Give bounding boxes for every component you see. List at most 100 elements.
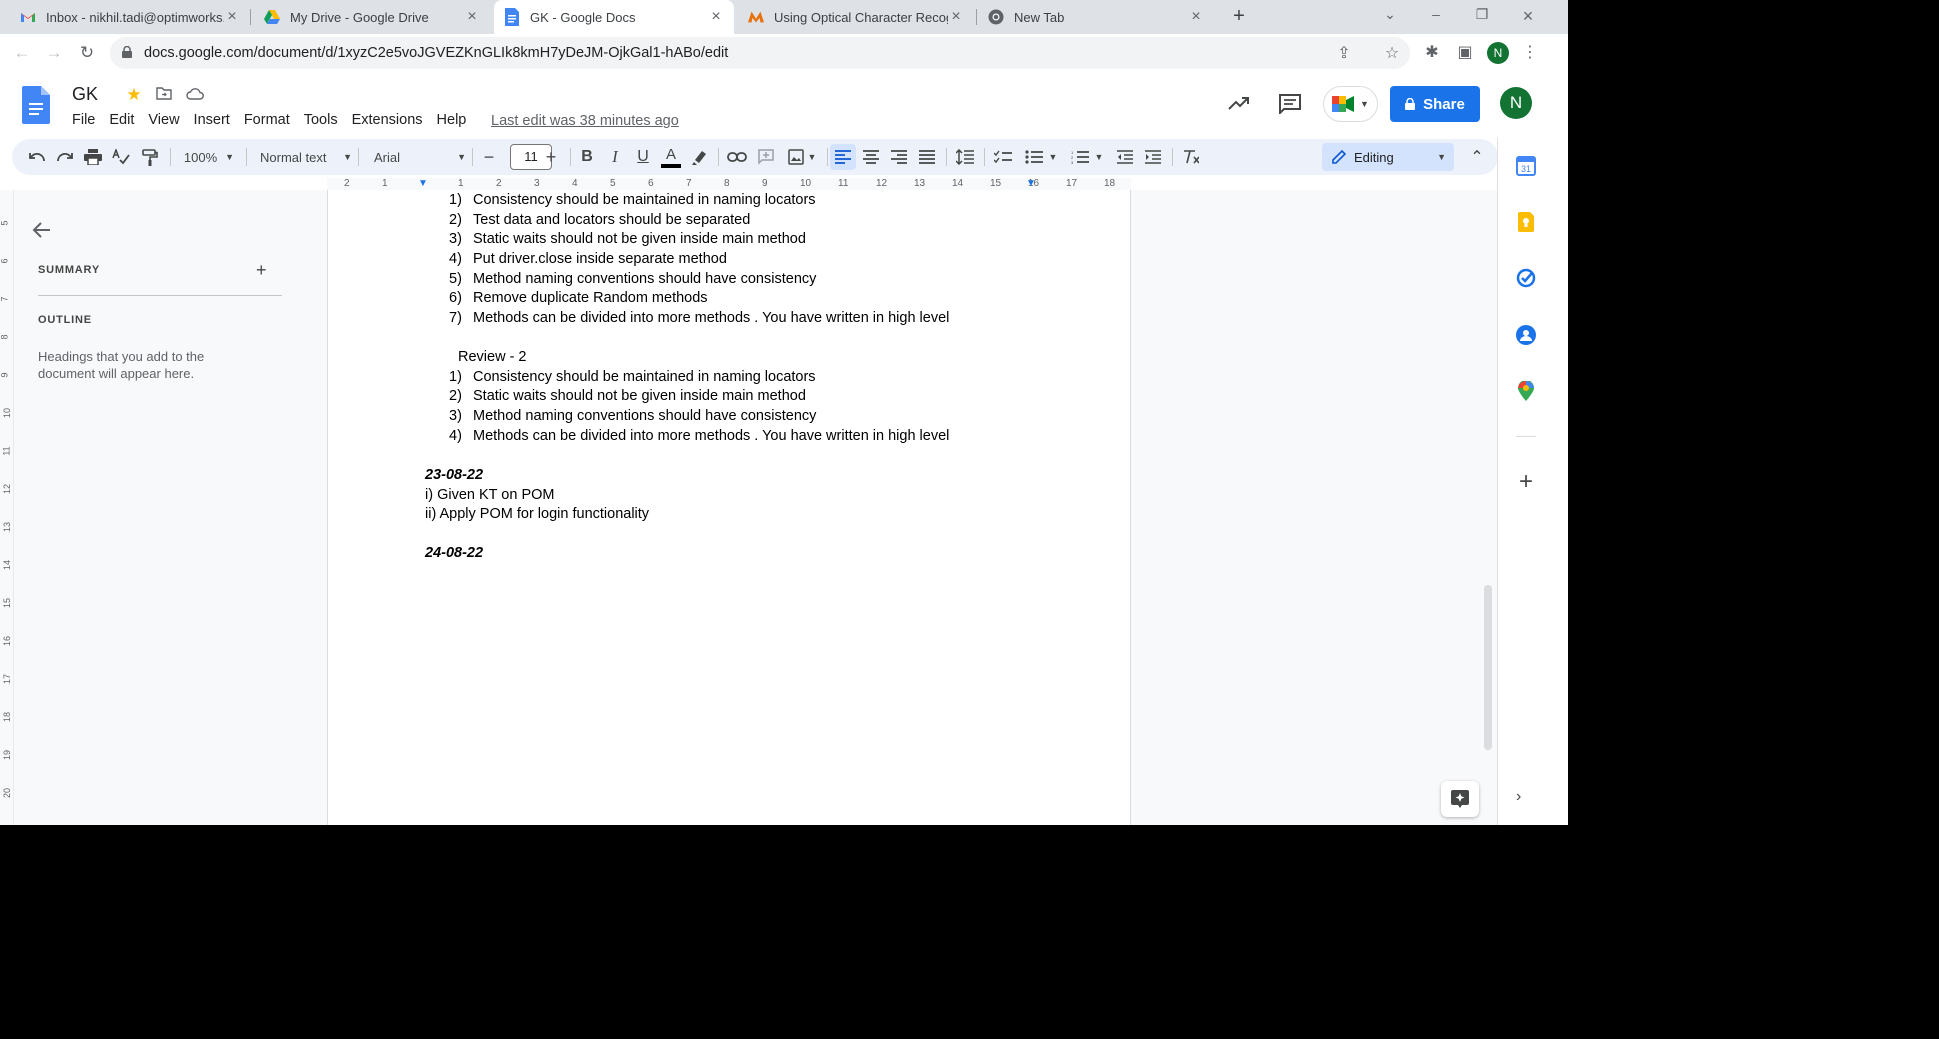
meet-button[interactable]: ▼ (1323, 86, 1378, 122)
insert-link-icon[interactable] (724, 144, 750, 170)
side-panel-icon[interactable]: ▣ (1456, 44, 1474, 62)
menu-file[interactable]: File (72, 112, 95, 128)
minimize-icon[interactable]: – (1426, 6, 1446, 26)
list-item[interactable]: 1) Consistency should be maintained in na… (449, 192, 816, 208)
list-item[interactable]: 3) Static waits should not be given insid… (449, 231, 806, 247)
hide-menus-icon[interactable]: ⌃ (1464, 144, 1490, 170)
list-item[interactable]: 3) Method naming conventions should have … (449, 408, 816, 424)
decrease-font-size-icon[interactable]: − (476, 144, 502, 170)
add-comment-icon[interactable] (753, 144, 779, 170)
new-tab-button[interactable]: + (1228, 6, 1250, 28)
decrease-indent-icon[interactable] (1112, 144, 1138, 170)
close-icon[interactable]: × (948, 9, 964, 25)
close-icon[interactable]: × (464, 9, 480, 25)
reload-icon[interactable]: ↻ (76, 42, 98, 64)
increase-font-size-icon[interactable]: + (538, 144, 564, 170)
menu-extensions[interactable]: Extensions (352, 112, 423, 128)
bulleted-list-icon[interactable]: ▼ (1020, 144, 1062, 170)
account-avatar[interactable]: N (1500, 87, 1532, 119)
menu-format[interactable]: Format (244, 112, 290, 128)
zoom-select[interactable]: 100% ▼ (178, 144, 240, 170)
align-justify-icon[interactable] (914, 144, 940, 170)
restore-icon[interactable]: ❐ (1472, 6, 1492, 26)
tab-drive[interactable]: My Drive - Google Drive × (254, 0, 490, 34)
increase-indent-icon[interactable] (1140, 144, 1166, 170)
list-item[interactable]: 4) Methods can be divided into more metho… (449, 428, 949, 444)
vertical-scrollbar-thumb[interactable] (1484, 585, 1492, 750)
left-indent-marker[interactable]: ▼ (418, 178, 428, 189)
redo-icon[interactable] (52, 144, 78, 170)
close-icon[interactable]: × (708, 9, 724, 25)
maps-icon[interactable] (1514, 379, 1538, 403)
tab-search-icon[interactable]: ⌄ (1380, 6, 1400, 26)
menu-help[interactable]: Help (437, 112, 467, 128)
list-item[interactable]: 2) Test data and locators should be separ… (449, 212, 750, 228)
docs-logo-icon[interactable] (22, 86, 50, 124)
tab-new-tab[interactable]: New Tab × (978, 0, 1214, 34)
align-right-icon[interactable] (886, 144, 912, 170)
forward-icon[interactable]: → (43, 42, 65, 64)
highlight-color-icon[interactable] (687, 144, 713, 170)
line-spacing-icon[interactable] (952, 144, 978, 170)
explore-button[interactable] (1441, 781, 1479, 817)
paragraph-line[interactable]: i) Given KT on POM (425, 487, 554, 503)
close-icon[interactable]: × (1188, 9, 1204, 25)
omnibox[interactable]: docs.google.com/document/d/1xyzC2e5voJGV… (110, 37, 1410, 69)
tab-gmail[interactable]: Inbox - nikhil.tadi@optimworks.c × (10, 0, 250, 34)
tasks-icon[interactable] (1514, 266, 1538, 290)
menu-view[interactable]: View (148, 112, 179, 128)
insert-image-icon[interactable]: ▼ (782, 144, 822, 170)
cloud-saved-icon[interactable] (185, 85, 205, 105)
right-indent-marker[interactable]: ▼ (1026, 178, 1036, 189)
add-summary-icon[interactable]: + (256, 260, 267, 281)
paint-format-icon[interactable] (137, 144, 163, 170)
close-window-icon[interactable]: × (1518, 6, 1538, 26)
list-item[interactable]: 2) Static waits should not be given insid… (449, 388, 806, 404)
clear-formatting-icon[interactable] (1178, 144, 1204, 170)
comments-icon[interactable] (1276, 90, 1304, 118)
align-left-icon[interactable] (830, 144, 856, 170)
paragraph-line[interactable]: ii) Apply POM for login functionality (425, 506, 649, 522)
italic-icon[interactable]: I (602, 144, 628, 170)
last-edit-link[interactable]: Last edit was 38 minutes ago (491, 113, 679, 129)
font-family-select[interactable]: Arial ▼ (366, 144, 466, 170)
activity-trend-icon[interactable] (1225, 90, 1253, 118)
editing-mode-select[interactable]: Editing ▼ (1322, 143, 1454, 171)
print-icon[interactable] (80, 144, 106, 170)
paragraph-style-select[interactable]: Normal text ▼ (254, 144, 352, 170)
collapse-side-panel-icon[interactable]: › (1516, 788, 1521, 806)
list-item[interactable]: 6) Remove duplicate Random methods (449, 290, 708, 306)
add-addon-icon[interactable]: + (1514, 468, 1538, 495)
close-icon[interactable]: × (224, 9, 240, 25)
list-item[interactable]: 7) Methods can be divided into more metho… (449, 310, 949, 326)
back-icon[interactable]: ← (11, 42, 33, 64)
underline-icon[interactable]: U (630, 144, 656, 170)
keep-icon[interactable] (1514, 210, 1538, 234)
spellcheck-icon[interactable] (108, 144, 134, 170)
text-color-icon[interactable]: A (658, 144, 684, 170)
extensions-icon[interactable]: ✱ (1423, 44, 1441, 62)
menu-insert[interactable]: Insert (194, 112, 230, 128)
close-outline-icon[interactable] (32, 220, 54, 242)
calendar-icon[interactable]: 31 (1514, 154, 1538, 178)
document-title[interactable]: GK (72, 84, 98, 105)
date-heading[interactable]: 24-08-22 (425, 545, 483, 561)
list-item[interactable]: 1) Consistency should be maintained in na… (449, 369, 816, 385)
align-center-icon[interactable] (858, 144, 884, 170)
date-heading[interactable]: 23-08-22 (425, 467, 483, 483)
contacts-icon[interactable] (1514, 323, 1538, 347)
bookmark-star-icon[interactable]: ☆ (1383, 45, 1401, 63)
menu-edit[interactable]: Edit (109, 112, 134, 128)
bold-icon[interactable]: B (574, 144, 600, 170)
star-icon[interactable]: ★ (124, 85, 144, 105)
list-item[interactable]: 4) Put driver.close inside separate metho… (449, 251, 727, 267)
undo-icon[interactable] (24, 144, 50, 170)
move-folder-icon[interactable] (154, 85, 174, 105)
share-button[interactable]: Share (1390, 86, 1480, 122)
review-heading[interactable]: Review - 2 (458, 349, 527, 365)
numbered-list-icon[interactable]: 123 ▼ (1066, 144, 1108, 170)
checklist-icon[interactable] (990, 144, 1016, 170)
tab-docs[interactable]: GK - Google Docs × (494, 0, 734, 34)
tab-ocr[interactable]: Using Optical Character Recognit × (738, 0, 974, 34)
profile-avatar[interactable]: N (1487, 42, 1509, 64)
